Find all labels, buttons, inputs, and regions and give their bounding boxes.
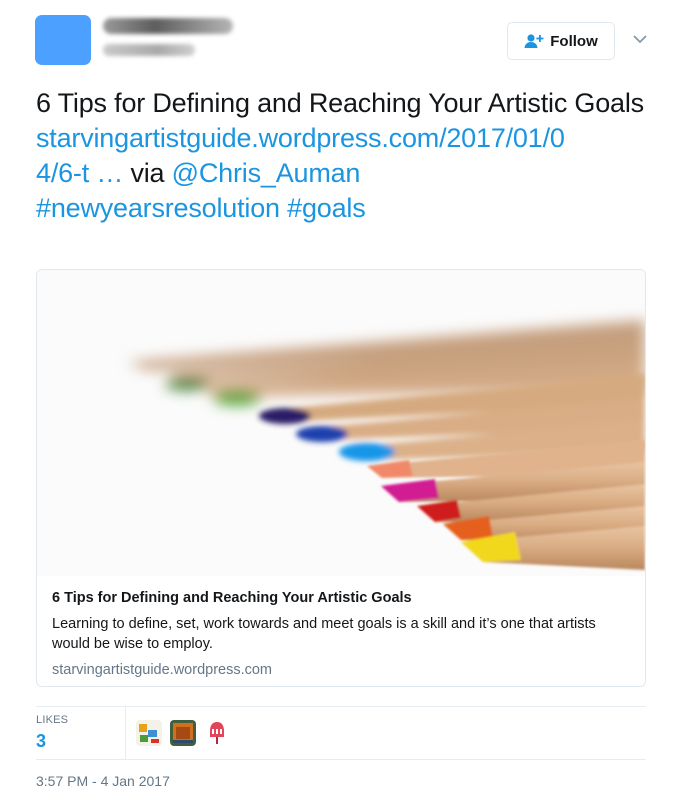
follow-label: Follow bbox=[550, 32, 598, 50]
follow-button[interactable]: Follow bbox=[507, 22, 615, 60]
mention-link[interactable]: @Chris_Auman bbox=[172, 158, 361, 188]
card-image bbox=[37, 270, 645, 576]
card-body: 6 Tips for Defining and Reaching Your Ar… bbox=[52, 588, 632, 680]
tweet-text: 6 Tips for Defining and Reaching Your Ar… bbox=[36, 86, 646, 226]
liker-avatar[interactable] bbox=[170, 720, 196, 746]
user-handle-redacted[interactable] bbox=[103, 44, 195, 56]
stats-divider bbox=[125, 707, 126, 759]
liker-avatar[interactable] bbox=[136, 720, 162, 746]
tweet-stats: LIKES 3 bbox=[36, 707, 646, 759]
divider bbox=[36, 759, 646, 760]
likes-label[interactable]: LIKES bbox=[36, 714, 68, 726]
card-title: 6 Tips for Defining and Reaching Your Ar… bbox=[52, 590, 412, 606]
link-card[interactable]: 6 Tips for Defining and Reaching Your Ar… bbox=[36, 269, 646, 687]
hashtag-link[interactable]: #newyearsresolution bbox=[36, 193, 280, 223]
display-name-redacted[interactable] bbox=[103, 18, 233, 34]
tweet-body: 6 Tips for Defining and Reaching Your Ar… bbox=[36, 88, 644, 118]
likes-count[interactable]: 3 bbox=[36, 731, 46, 752]
follow-person-icon bbox=[524, 34, 544, 48]
chevron-down-icon[interactable] bbox=[632, 33, 648, 45]
liker-avatar[interactable] bbox=[204, 720, 230, 746]
card-domain: starvingartistguide.wordpress.com bbox=[52, 662, 273, 678]
hashtag-link[interactable]: #goals bbox=[287, 193, 366, 223]
card-description: Learning to define, set, work towards an… bbox=[52, 616, 596, 652]
avatar[interactable] bbox=[35, 15, 91, 65]
via-text: via bbox=[123, 158, 172, 188]
timestamp[interactable]: 3:57 PM - 4 Jan 2017 bbox=[36, 773, 170, 789]
